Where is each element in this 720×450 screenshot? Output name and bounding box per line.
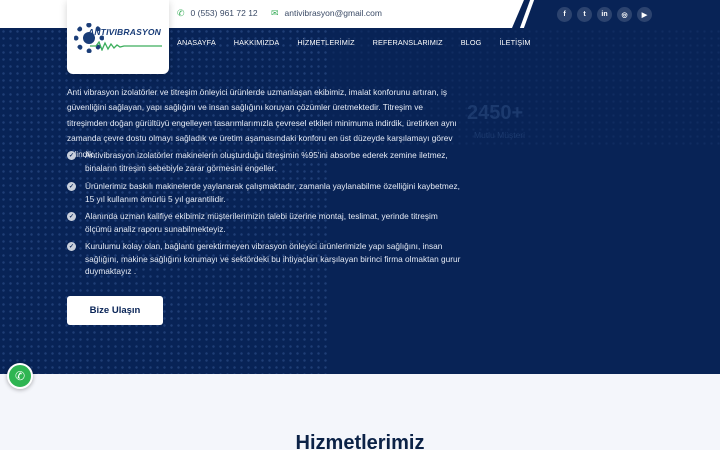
whatsapp-button[interactable]: ✆: [7, 363, 33, 389]
email-address: antivibrasyon@gmail.com: [284, 8, 382, 18]
phone-contact[interactable]: ✆ 0 (553) 961 72 12: [177, 8, 258, 18]
check-icon: ✓: [67, 151, 76, 160]
email-contact[interactable]: ✉ antivibrasyon@gmail.com: [271, 8, 382, 18]
feature-text: Ürünlerimiz baskılı makinelerde yaylanar…: [85, 181, 460, 204]
feature-item: ✓ Alanında uzman kalifiye ekibimiz müşte…: [67, 210, 462, 235]
feature-item: ✓ Kurulumu kolay olan, bağlantı gerektir…: [67, 240, 462, 278]
check-icon: ✓: [67, 212, 76, 221]
feature-text: Kurulumu kolay olan, bağlantı gerektirme…: [85, 241, 461, 277]
whatsapp-icon: ✆: [14, 369, 26, 383]
youtube-icon[interactable]: ▶: [637, 7, 652, 22]
envelope-icon: ✉: [271, 7, 279, 18]
contact-us-button[interactable]: Bize Ulaşın: [67, 296, 163, 325]
facebook-icon[interactable]: f: [557, 7, 572, 22]
check-icon: ✓: [67, 182, 76, 191]
phone-number: 0 (553) 961 72 12: [190, 8, 258, 18]
nav-item-blog[interactable]: BLOG: [461, 38, 482, 47]
section-title: Hizmetlerimiz: [295, 432, 425, 450]
feature-text: Alanında uzman kalifiye ekibimiz müşteri…: [85, 211, 438, 234]
wave-graphic: [90, 41, 162, 51]
stat-number: 2450+: [467, 102, 524, 124]
check-icon: ✓: [67, 242, 76, 251]
feature-item: ✓ Antivibrasyon izolatörler makinelerin …: [67, 149, 462, 174]
phone-icon: ✆: [177, 7, 185, 18]
logo[interactable]: ANTIVIBRASYON: [67, 0, 169, 74]
instagram-icon[interactable]: ◎: [617, 7, 632, 22]
nav-item-referanslarimiz[interactable]: REFERANSLARIMIZ: [373, 38, 443, 47]
feature-text: Antivibrasyon izolatörler makinelerin ol…: [85, 150, 448, 173]
nav-item-hakkimizda[interactable]: HAKKIMIZDA: [234, 38, 280, 47]
social-links: f t in ◎ ▶: [557, 7, 652, 22]
main-nav: ANASAYFA HAKKIMIZDA HİZMETLERİMİZ REFERA…: [177, 38, 549, 47]
twitter-icon[interactable]: t: [577, 7, 592, 22]
logo-text: ANTIVIBRASYON: [88, 27, 161, 37]
linkedin-icon[interactable]: in: [597, 7, 612, 22]
feature-item: ✓ Ürünlerimiz baskılı makinelerde yaylan…: [67, 180, 462, 205]
nav-item-iletisim[interactable]: İLETİŞİM: [499, 38, 530, 47]
nav-item-hizmetlerimiz[interactable]: HİZMETLERİMİZ: [297, 38, 354, 47]
stat-label: Mutlu Müşteri: [474, 130, 526, 140]
nav-item-anasayfa[interactable]: ANASAYFA: [177, 38, 216, 47]
